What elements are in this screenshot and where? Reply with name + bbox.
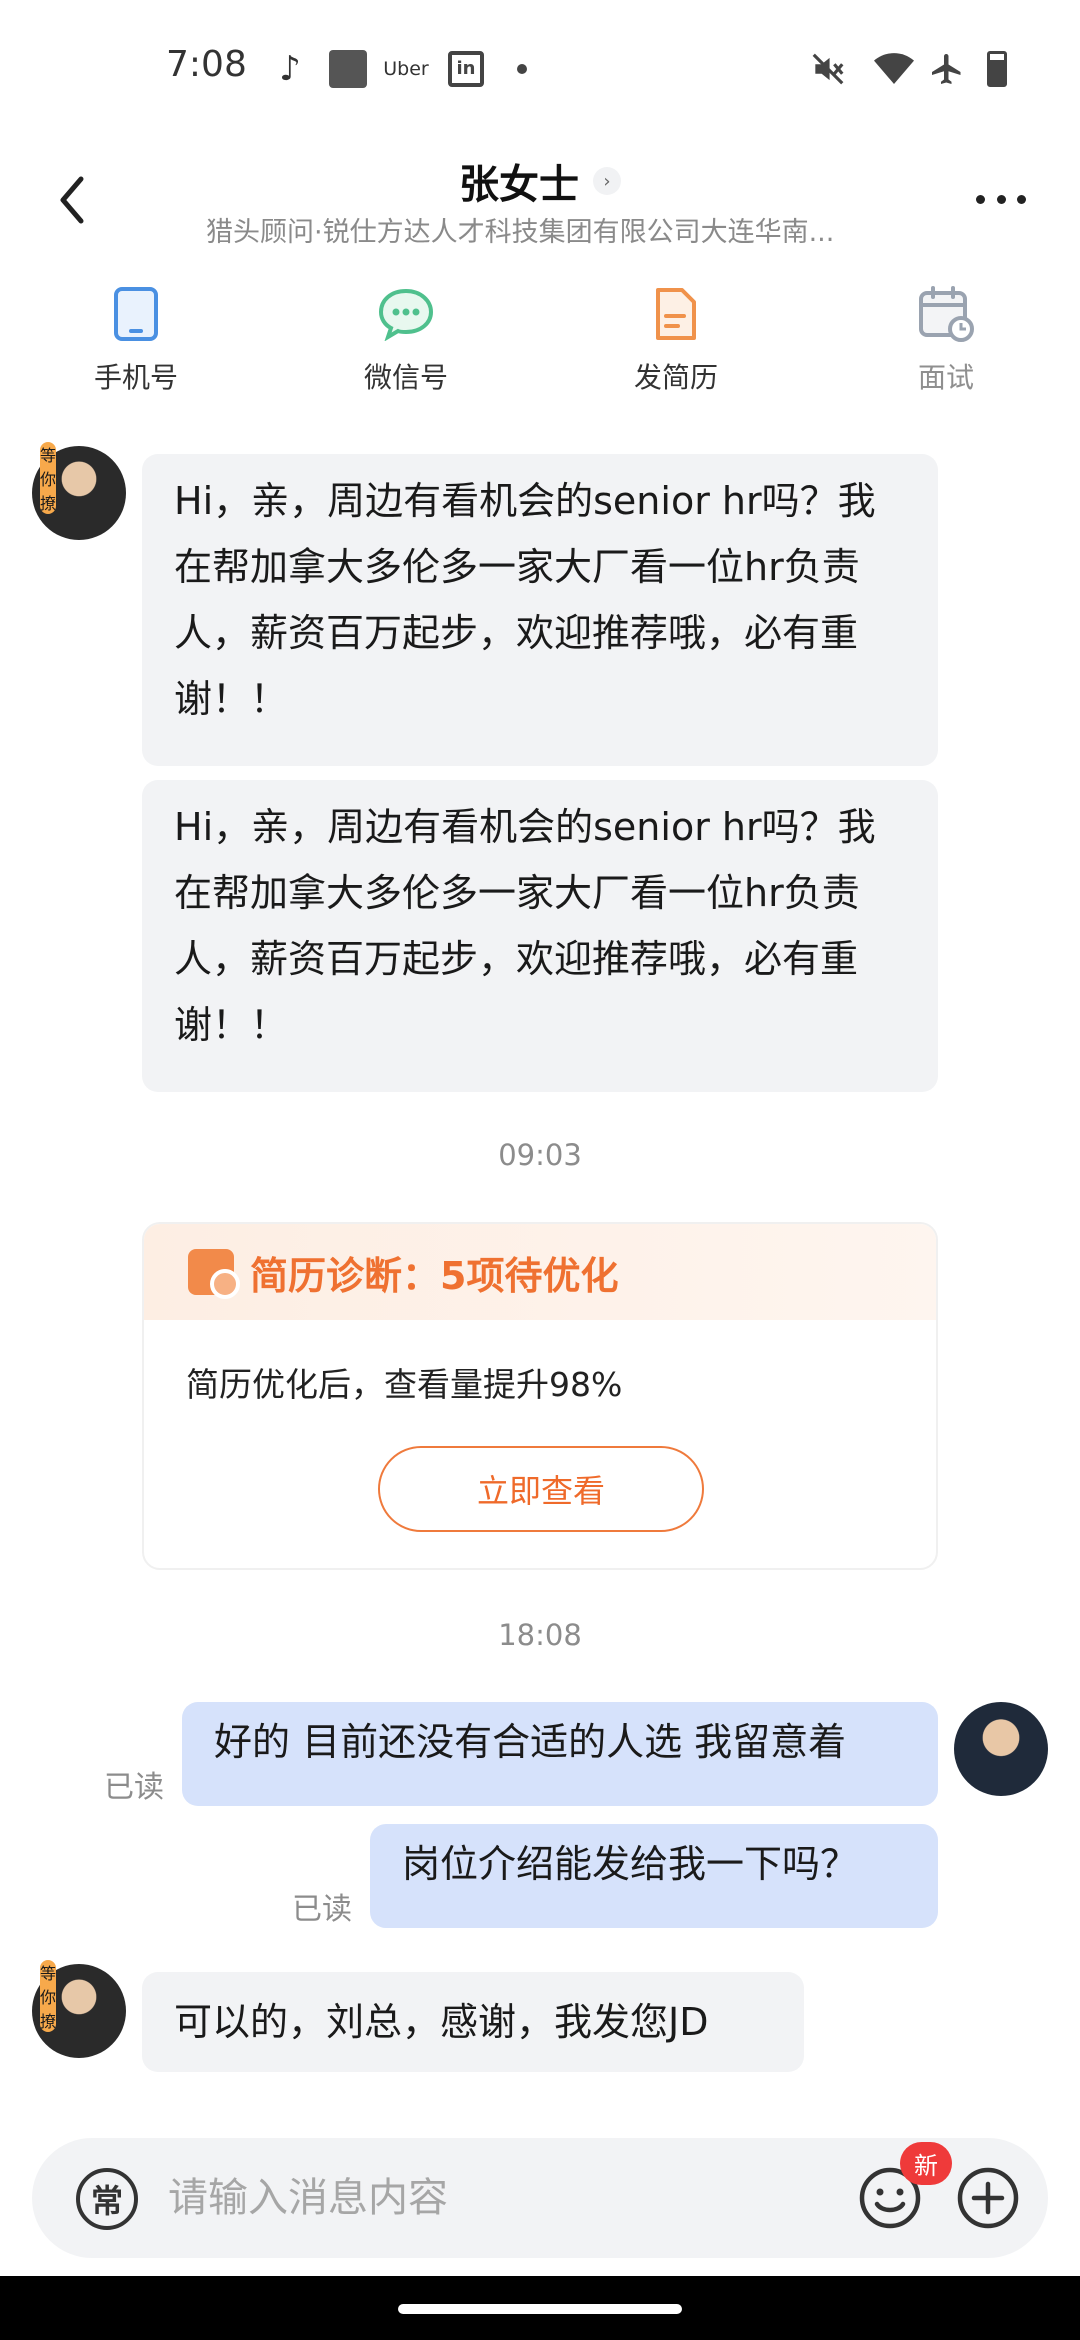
wechat-label: 微信号 — [363, 361, 448, 394]
resume-diagnosis-card[interactable]: 简历诊断：5项待优化 简历优化后，查看量提升98% 立即查看 — [142, 1222, 938, 1570]
read-status: 已读 — [104, 1770, 164, 1805]
linkedin-icon: in — [446, 48, 486, 90]
battery-icon — [984, 48, 1010, 90]
phone-number-label: 手机号 — [93, 361, 178, 394]
outgoing-message[interactable]: 好的 目前还没有合适的人选 我留意着 — [182, 1702, 938, 1806]
wechat-action[interactable]: 微信号 — [326, 280, 486, 410]
interview-label: 面试 — [917, 361, 974, 394]
tiktok-icon: ♪ — [279, 49, 301, 89]
outgoing-message[interactable]: 岗位介绍能发给我一下吗？ — [370, 1824, 938, 1928]
card-header: 简历诊断：5项待优化 — [144, 1224, 936, 1320]
incoming-message[interactable]: Hi，亲，周边有看机会的senior hr吗？我在帮加拿大多伦多一家大厂看一位h… — [142, 454, 938, 766]
chat-header: 张女士 › 猎头顾问·锐仕方达人才科技集团有限公司大连华南... — [0, 140, 1080, 270]
app-notification-icon — [328, 48, 368, 90]
more-options-button[interactable] — [976, 184, 1026, 214]
status-time: 7:08 — [166, 44, 247, 85]
incoming-message[interactable]: 可以的，刘总，感谢，我发您JD — [142, 1972, 804, 2072]
card-title: 简历诊断：5项待优化 — [250, 1253, 619, 1298]
read-status: 已读 — [292, 1892, 352, 1927]
user-avatar[interactable] — [954, 1702, 1048, 1796]
quick-actions: 手机号 微信号 发简历 面试 — [0, 280, 1080, 410]
phone-number-action[interactable]: 手机号 — [56, 280, 216, 410]
status-bar: 7:08 ♪ Uber in — [0, 0, 1080, 140]
avatar-badge: 等你撩 — [40, 442, 57, 514]
mute-icon — [806, 48, 850, 90]
home-gesture-handle[interactable] — [398, 2304, 682, 2314]
view-now-button[interactable]: 立即查看 — [378, 1446, 704, 1532]
message-input-bar: 常 新 — [32, 2138, 1048, 2258]
resume-diagnosis-icon — [188, 1249, 240, 1299]
system-navigation-bar — [0, 2276, 1080, 2340]
more-notifications-icon — [512, 48, 532, 90]
wechat-icon — [376, 284, 436, 344]
avatar-badge: 等你撩 — [40, 1960, 57, 2032]
resume-icon — [646, 284, 706, 344]
send-resume-label: 发简历 — [633, 361, 718, 394]
wifi-icon — [872, 48, 916, 90]
message-timestamp: 09:03 — [498, 1138, 582, 1172]
plus-icon — [957, 2167, 1019, 2229]
message-timestamp: 18:08 — [498, 1618, 582, 1652]
phone-icon — [106, 284, 166, 344]
more-attachments-button[interactable] — [954, 2164, 1022, 2232]
airplane-mode-icon — [926, 48, 968, 90]
send-resume-action[interactable]: 发简历 — [596, 280, 756, 410]
message-input[interactable] — [168, 2162, 808, 2234]
new-badge: 新 — [900, 2142, 952, 2185]
dot-icon — [1017, 194, 1026, 204]
chevron-right-icon: › — [593, 167, 621, 195]
dot-icon — [996, 194, 1006, 204]
interview-action[interactable]: 面试 — [866, 280, 1026, 410]
contact-name: 张女士 — [459, 162, 579, 208]
incoming-message[interactable]: Hi，亲，周边有看机会的senior hr吗？我在帮加拿大多伦多一家大厂看一位h… — [142, 780, 938, 1092]
calendar-icon — [916, 284, 976, 344]
uber-icon: Uber — [383, 58, 429, 80]
contact-subtitle: 猎头顾问·锐仕方达人才科技集团有限公司大连华南... — [206, 217, 835, 248]
card-body-text: 简历优化后，查看量提升98% — [186, 1365, 623, 1404]
common-phrases-button[interactable]: 常 — [76, 2168, 138, 2230]
contact-title-row[interactable]: 张女士 › — [0, 152, 1080, 210]
dot-icon — [976, 194, 985, 204]
